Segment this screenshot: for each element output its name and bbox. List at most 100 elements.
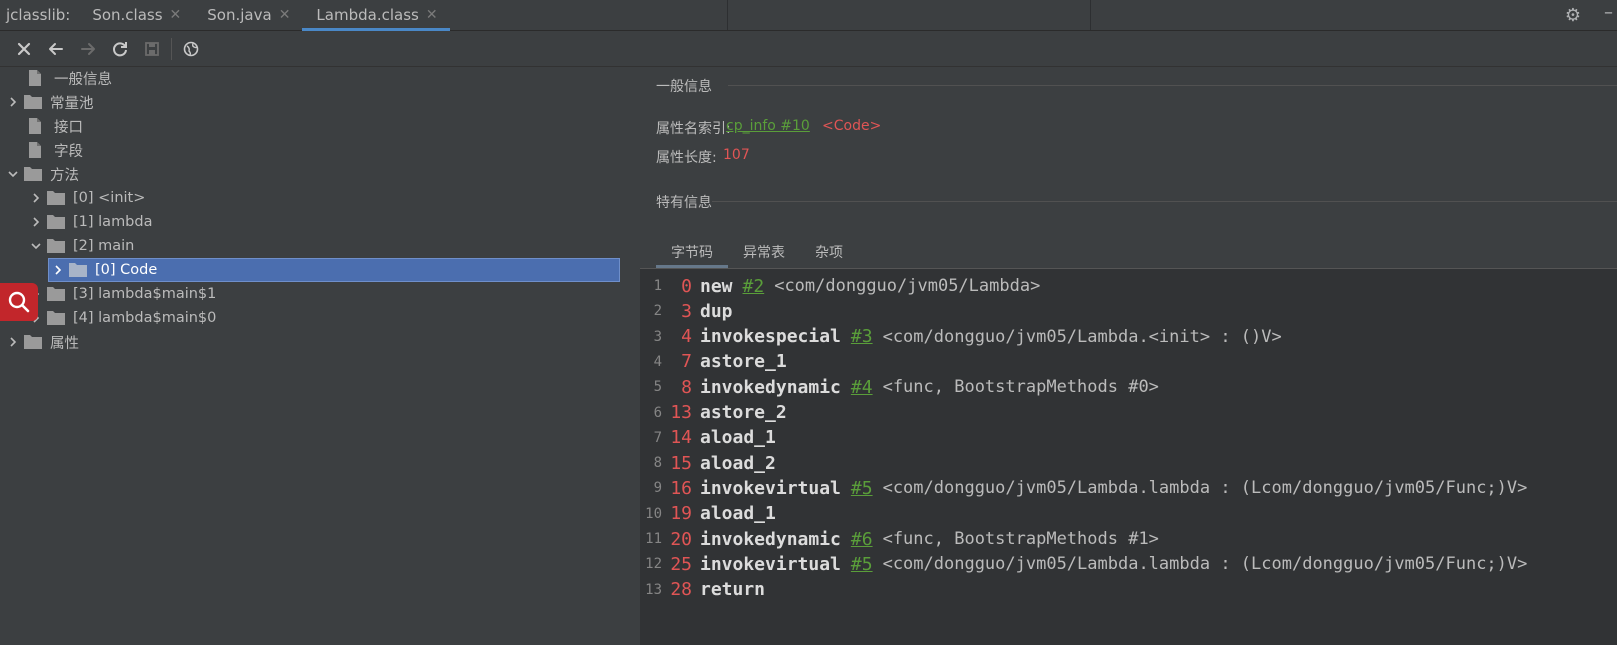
tree-item-general-info[interactable]: 一般信息	[10, 66, 112, 90]
line-number: 2	[653, 303, 662, 320]
bytecode-offset: 0	[681, 275, 692, 297]
search-button[interactable]	[0, 283, 38, 321]
bytecode-view: 1 0 new #2 <com/dongguo/jvm05/Lambda> 2 3 dup 3 4…	[640, 268, 1617, 645]
constant-comment: <com/dongguo/jvm05/Lambda.<init> : ()V>	[882, 326, 1282, 347]
tree-item-label: 一般信息	[54, 71, 112, 88]
opcode: invokespecial	[700, 326, 841, 348]
chevron-right-icon[interactable]	[51, 263, 65, 277]
name-index-label: 属性名索引:	[656, 121, 731, 137]
line-number: 10	[645, 505, 662, 522]
tab-label: Son.java	[207, 6, 272, 24]
line-number: 4	[653, 353, 662, 370]
chevron-down-icon[interactable]	[6, 167, 20, 181]
length-value: 107	[723, 147, 750, 163]
folder-icon	[47, 286, 65, 302]
tree-item-method-lambda[interactable]: [1] lambda	[29, 210, 152, 234]
bytecode-offset: 7	[681, 351, 692, 373]
specific-info-title: 特有信息	[656, 195, 712, 211]
line-number: 7	[653, 429, 662, 446]
bytecode-offset: 8	[681, 376, 692, 398]
bytecode-line: 6 13 astore_2	[640, 400, 1617, 426]
forward-button[interactable]	[72, 35, 104, 63]
close-icon	[17, 42, 31, 55]
editor-tab-bar: jclasslib: Son.class ✕ Son.java ✕ Lambda…	[0, 0, 1617, 31]
opcode: astore_2	[700, 402, 787, 423]
constant-ref-link[interactable]: #6	[851, 529, 873, 550]
opcode: new	[700, 275, 733, 297]
name-index-link[interactable]: cp_info #10	[726, 118, 810, 134]
close-tab-icon[interactable]: ✕	[279, 7, 291, 23]
web-icon	[183, 41, 199, 56]
tree-item-constant-pool[interactable]: 常量池	[6, 90, 94, 114]
bytecode-line: 10 19 aload_1	[640, 501, 1617, 527]
constant-comment: <func, BootstrapMethods #0>	[882, 377, 1159, 398]
chevron-right-icon[interactable]	[6, 95, 20, 109]
constant-ref-link[interactable]: #4	[851, 377, 873, 398]
constant-ref-link[interactable]: #2	[743, 276, 765, 297]
forward-arrow-icon	[81, 42, 95, 55]
tab-lambda-class[interactable]: Lambda.class ✕	[302, 0, 450, 31]
save-button[interactable]	[136, 35, 168, 63]
minimize-icon[interactable]: –	[1604, 2, 1613, 23]
tree-item-method-lambda-main-1[interactable]: [3] lambda$main$1	[29, 282, 216, 306]
bytecode-line: 3 4 invokespecial #3 <com/dongguo/jvm05/Lamb…	[640, 324, 1617, 350]
chevron-right-icon[interactable]	[29, 215, 43, 229]
constant-comment: <com/dongguo/jvm05/Lambda.lambda : (Lcom…	[882, 478, 1528, 499]
tree-item-method-main[interactable]: [2] main	[29, 234, 134, 258]
line-number: 11	[645, 531, 662, 547]
bytecode-offset: 4	[681, 326, 692, 348]
chevron-down-icon[interactable]	[29, 239, 43, 253]
browse-button[interactable]	[175, 35, 207, 63]
folder-icon	[24, 166, 42, 182]
chevron-right-icon[interactable]	[6, 335, 20, 349]
refresh-button[interactable]	[104, 35, 136, 63]
close-tab-icon[interactable]: ✕	[426, 7, 438, 23]
tree-item-fields[interactable]: 字段	[10, 138, 83, 162]
constant-ref-link[interactable]: #5	[851, 554, 873, 575]
constant-comment: <com/dongguo/jvm05/Lambda>	[774, 276, 1041, 296]
opcode: invokevirtual	[700, 477, 841, 499]
bytecode-line: 2 3 dup	[640, 298, 1617, 324]
tab-label: Son.class	[92, 6, 163, 24]
tab-misc[interactable]: 杂项	[800, 238, 858, 266]
tree-item-code[interactable]: [0] Code	[48, 258, 620, 282]
constant-ref-link[interactable]: #5	[851, 478, 873, 499]
divider	[728, 85, 1617, 86]
tree-item-attributes[interactable]: 属性	[6, 330, 79, 354]
bytecode-offset: 28	[670, 579, 692, 601]
close-tab-icon[interactable]: ✕	[170, 7, 182, 23]
constant-comment: <func, BootstrapMethods #1>	[882, 529, 1159, 549]
bytecode-line: 7 14 aload_1	[640, 425, 1617, 451]
tree-item-label: [1] lambda	[73, 214, 153, 230]
bytecode-line: 13 28 return	[640, 577, 1617, 603]
folder-icon	[24, 334, 42, 350]
bytecode-line: 1 0 new #2 <com/dongguo/jvm05/Lambda>	[640, 273, 1617, 299]
line-number: 3	[653, 328, 662, 345]
tree-item-interfaces[interactable]: 接口	[10, 114, 83, 138]
chevron-right-icon[interactable]	[29, 191, 43, 205]
detail-panel: 一般信息 属性名索引: cp_info #10 <Code> 属性长度: 107…	[640, 68, 1617, 645]
tree-item-method-lambda-main-0[interactable]: [4] lambda$main$0	[29, 306, 216, 330]
close-button[interactable]	[8, 35, 40, 63]
detail-subtabs: 字节码 异常表 杂项	[656, 238, 858, 268]
tab-bytecode[interactable]: 字节码	[656, 238, 728, 268]
folder-icon	[47, 190, 65, 206]
tab-son-class[interactable]: Son.class ✕	[78, 0, 193, 30]
folder-icon	[47, 310, 65, 326]
tab-son-java[interactable]: Son.java ✕	[193, 0, 302, 30]
toolbar	[0, 31, 1617, 67]
bytecode-line: 12 25 invokevirtual #5 <com/dongguo/jvm05/La…	[640, 551, 1617, 577]
tab-exception-table[interactable]: 异常表	[728, 238, 800, 266]
tree-item-label: 字段	[54, 143, 83, 160]
tree-item-method-init[interactable]: [0] <init>	[29, 186, 145, 210]
gear-icon[interactable]: ⚙	[1565, 5, 1581, 26]
constant-ref-link[interactable]: #3	[851, 326, 873, 347]
bytecode-line: 8 15 aload_2	[640, 450, 1617, 476]
plugin-name: jclasslib:	[6, 6, 71, 24]
search-icon	[8, 291, 30, 313]
tree-item-methods[interactable]: 方法	[6, 162, 79, 186]
tree-item-label: [3] lambda$main$1	[73, 286, 217, 302]
bytecode-line: 4 7 astore_1	[640, 349, 1617, 375]
back-button[interactable]	[40, 35, 72, 63]
line-number: 5	[653, 379, 662, 396]
